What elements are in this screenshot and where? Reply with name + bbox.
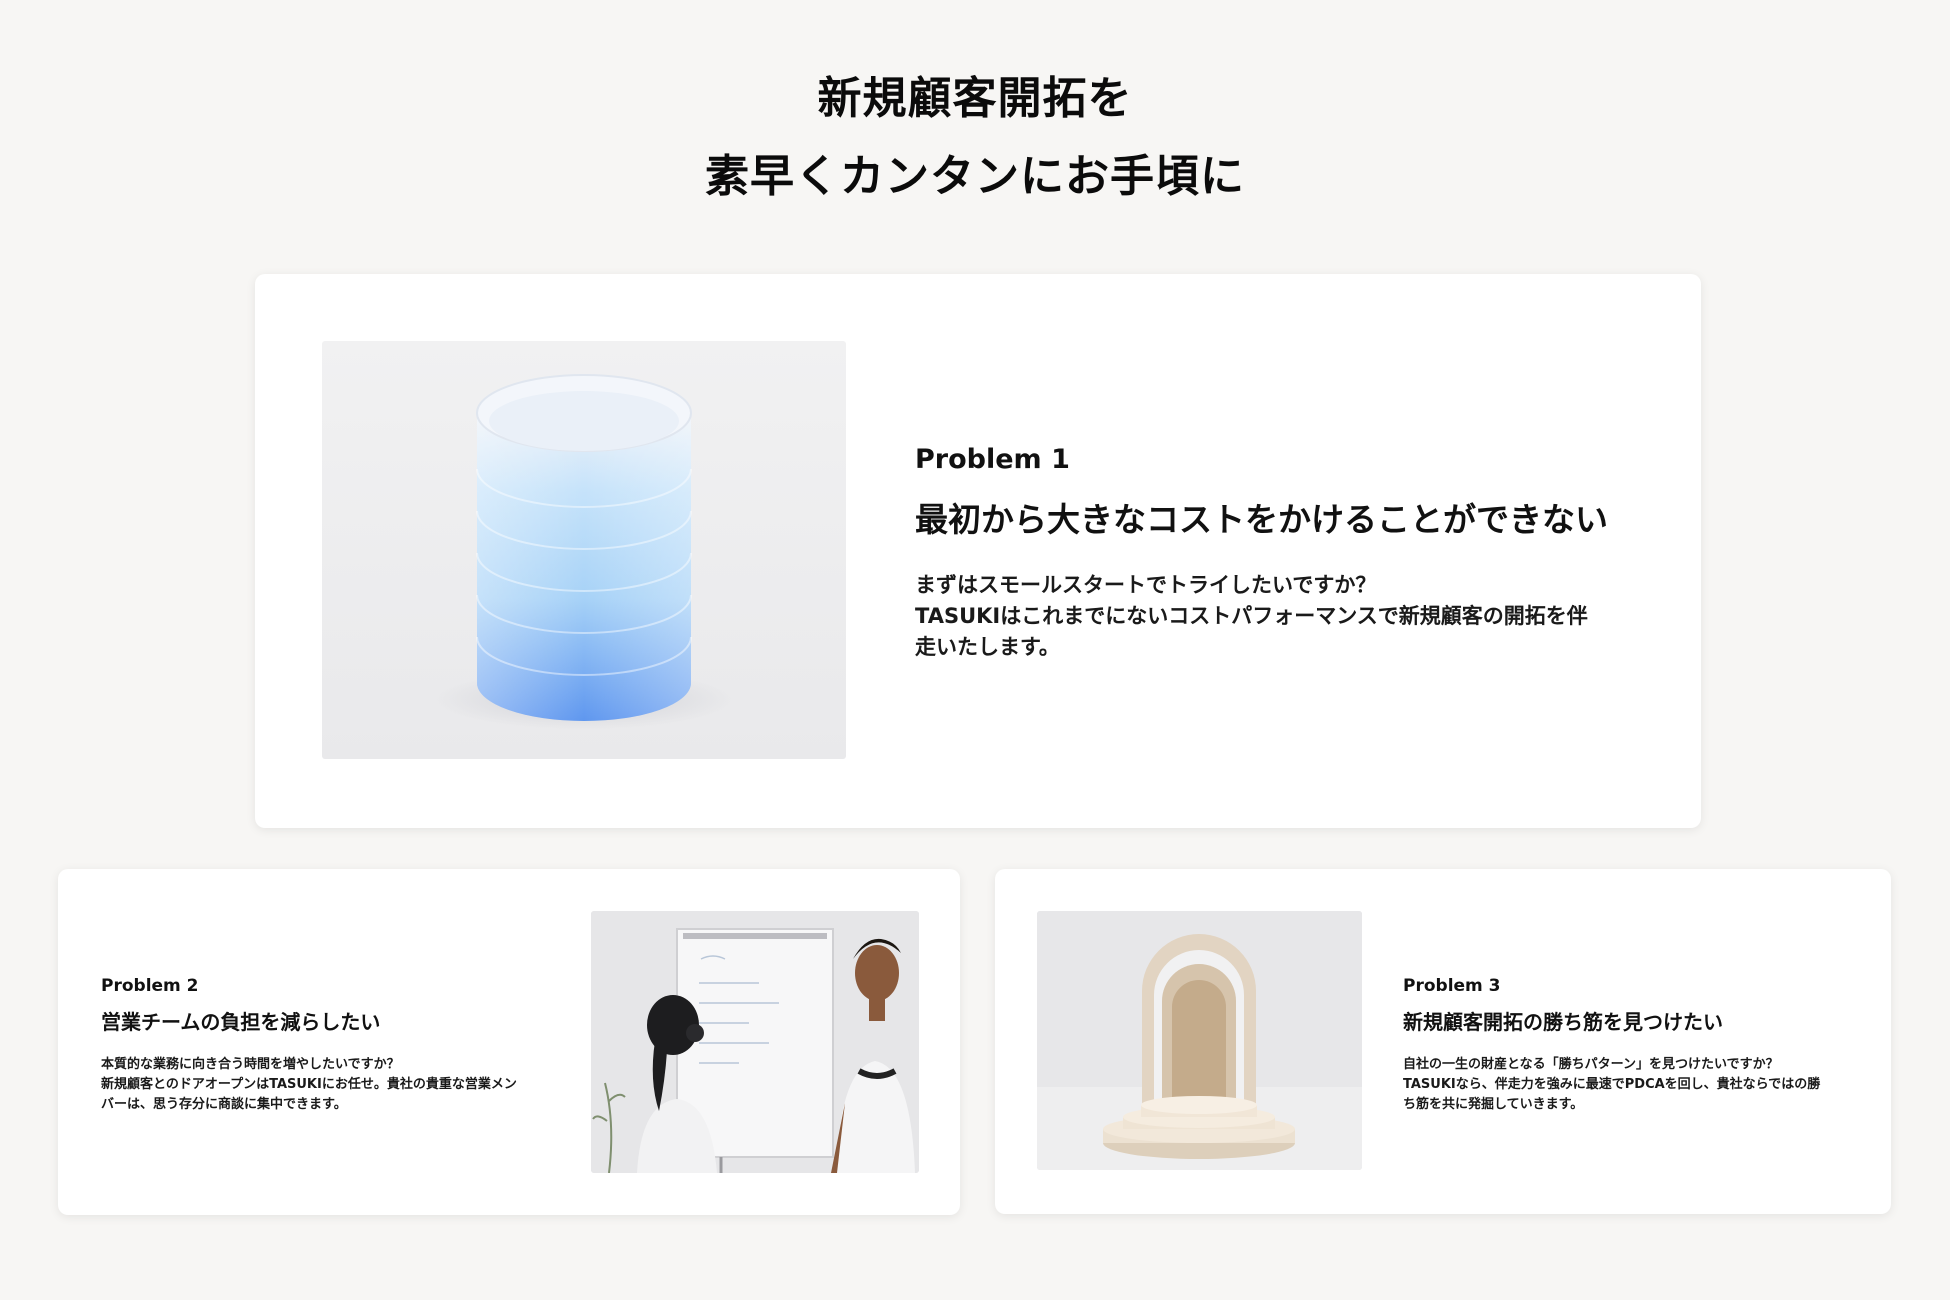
hero-title-line-1: 新規顧客開拓を [817, 73, 1133, 124]
hero-heading: 新規顧客開拓を 素早くカンタンにお手頃に [0, 60, 1950, 216]
problem-2-body: 本質的な業務に向き合う時間を増やしたいですか？ 新規顧客とのドアオープンはTAS… [101, 1055, 561, 1115]
problem-card-3: Problem 3 新規顧客開拓の勝ち筋を見つけたい 自社の一生の財産となる「勝… [995, 869, 1891, 1214]
problem-3-heading: 新規顧客開拓の勝ち筋を見つけたい [1403, 1010, 1723, 1034]
problem-2-heading: 営業チームの負担を減らしたい [101, 1010, 381, 1034]
problem-2-body-line: 新規顧客とのドアオープンはTASUKIにお任せ。貴社の貴重な営業メン [101, 1077, 517, 1092]
problem-card-2: Problem 2 営業チームの負担を減らしたい 本質的な業務に向き合う時間を増… [58, 869, 960, 1215]
problem-1-body-line: まずはスモールスタートでトライしたいですか？ [915, 573, 1377, 597]
problem-2-body-line: 本質的な業務に向き合う時間を増やしたいですか？ [101, 1057, 400, 1072]
stacked-cylinder-image [322, 341, 846, 759]
problem-2-label: Problem 2 [101, 976, 199, 996]
problem-card-1: Problem 1 最初から大きなコストをかけることができない まずはスモールス… [255, 274, 1701, 828]
problem-1-label: Problem 1 [915, 444, 1070, 475]
problem-1-heading: 最初から大きなコストをかけることができない [915, 500, 1608, 539]
problem-2-text: Problem 2 営業チームの負担を減らしたい 本質的な業務に向き合う時間を増… [101, 973, 561, 1115]
problem-3-body: 自社の一生の財産となる「勝ちパターン」を見つけたいですか？ TASUKIなら、伴… [1403, 1055, 1863, 1115]
problem-3-body-line: ち筋を共に発掘していきます。 [1403, 1097, 1584, 1112]
problem-3-text: Problem 3 新規顧客開拓の勝ち筋を見つけたい 自社の一生の財産となる「勝… [1403, 973, 1863, 1115]
problem-1-body-line: 走いたします。 [915, 635, 1060, 659]
whiteboard-meeting-photo [591, 911, 919, 1173]
problem-1-text: Problem 1 最初から大きなコストをかけることができない まずはスモールス… [915, 440, 1645, 663]
arch-doorway-image [1037, 911, 1362, 1170]
problem-2-body-line: バーは、思う存分に商談に集中できます。 [101, 1097, 347, 1112]
problem-1-body-line: TASUKIはこれまでにないコストパフォーマンスで新規顧客の開拓を伴 [915, 604, 1588, 628]
hero-title-line-2: 素早くカンタンにお手頃に [705, 151, 1245, 202]
problem-3-body-line: 自社の一生の財産となる「勝ちパターン」を見つけたいですか？ [1403, 1057, 1779, 1072]
problem-3-label: Problem 3 [1403, 976, 1501, 996]
problem-3-body-line: TASUKIなら、伴走力を強みに最速でPDCAを回し、貴社ならではの勝 [1403, 1077, 1821, 1092]
problem-1-body: まずはスモールスタートでトライしたいですか？ TASUKIはこれまでにないコスト… [915, 570, 1645, 663]
